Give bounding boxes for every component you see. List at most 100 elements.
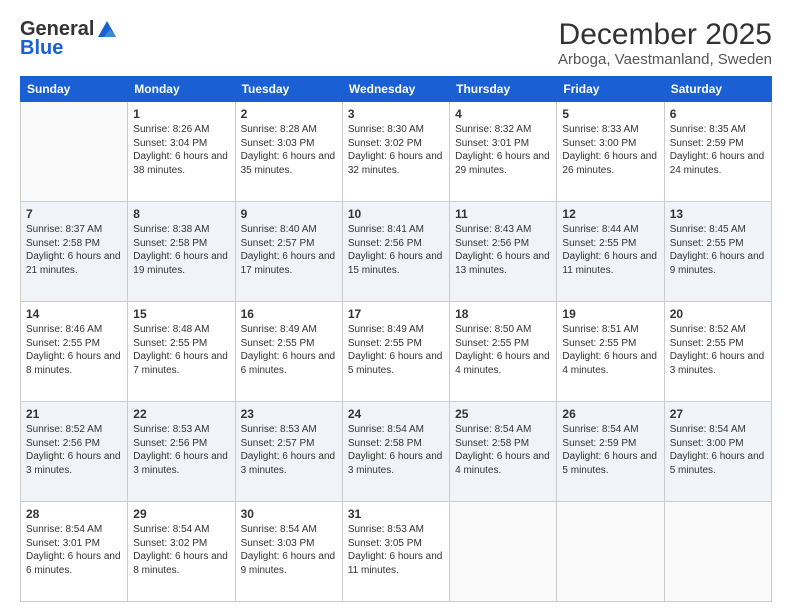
table-row — [557, 502, 664, 602]
sunset-text: Sunset: 3:00 PM — [562, 138, 636, 149]
daylight-text: Daylight: 6 hours and 19 minutes. — [133, 251, 228, 276]
logo-blue: Blue — [20, 37, 63, 60]
sunrise-text: Sunrise: 8:49 AM — [348, 324, 424, 335]
sunrise-text: Sunrise: 8:54 AM — [26, 524, 102, 535]
table-row: 15Sunrise: 8:48 AMSunset: 2:55 PMDayligh… — [128, 302, 235, 402]
table-row: 7Sunrise: 8:37 AMSunset: 2:58 PMDaylight… — [21, 202, 128, 302]
table-row: 29Sunrise: 8:54 AMSunset: 3:02 PMDayligh… — [128, 502, 235, 602]
sunrise-text: Sunrise: 8:54 AM — [562, 424, 638, 435]
daylight-text: Daylight: 6 hours and 6 minutes. — [26, 551, 121, 576]
daylight-text: Daylight: 6 hours and 5 minutes. — [670, 451, 765, 476]
sunset-text: Sunset: 2:57 PM — [241, 238, 315, 249]
sunrise-text: Sunrise: 8:54 AM — [455, 424, 531, 435]
day-number: 30 — [241, 506, 337, 522]
sunset-text: Sunset: 2:58 PM — [26, 238, 100, 249]
sunrise-text: Sunrise: 8:49 AM — [241, 324, 317, 335]
day-number: 28 — [26, 506, 122, 522]
day-number: 21 — [26, 406, 122, 422]
sunrise-text: Sunrise: 8:51 AM — [562, 324, 638, 335]
sunset-text: Sunset: 2:55 PM — [670, 338, 744, 349]
sunset-text: Sunset: 2:55 PM — [133, 338, 207, 349]
title-block: December 2025 Arboga, Vaestmanland, Swed… — [558, 18, 772, 68]
table-row: 11Sunrise: 8:43 AMSunset: 2:56 PMDayligh… — [450, 202, 557, 302]
day-number: 17 — [348, 306, 444, 322]
sunset-text: Sunset: 2:55 PM — [562, 238, 636, 249]
sunrise-text: Sunrise: 8:32 AM — [455, 124, 531, 135]
table-row: 16Sunrise: 8:49 AMSunset: 2:55 PMDayligh… — [235, 302, 342, 402]
day-number: 1 — [133, 106, 229, 122]
sunrise-text: Sunrise: 8:44 AM — [562, 224, 638, 235]
sunrise-text: Sunrise: 8:38 AM — [133, 224, 209, 235]
table-row: 3Sunrise: 8:30 AMSunset: 3:02 PMDaylight… — [342, 102, 449, 202]
day-number: 16 — [241, 306, 337, 322]
table-row: 20Sunrise: 8:52 AMSunset: 2:55 PMDayligh… — [664, 302, 771, 402]
daylight-text: Daylight: 6 hours and 8 minutes. — [133, 551, 228, 576]
table-row: 21Sunrise: 8:52 AMSunset: 2:56 PMDayligh… — [21, 402, 128, 502]
sunrise-text: Sunrise: 8:53 AM — [348, 524, 424, 535]
header-friday: Friday — [557, 77, 664, 102]
sunset-text: Sunset: 2:58 PM — [455, 438, 529, 449]
daylight-text: Daylight: 6 hours and 5 minutes. — [562, 451, 657, 476]
sunset-text: Sunset: 3:02 PM — [348, 138, 422, 149]
day-number: 12 — [562, 206, 658, 222]
table-row: 12Sunrise: 8:44 AMSunset: 2:55 PMDayligh… — [557, 202, 664, 302]
day-number: 13 — [670, 206, 766, 222]
sunrise-text: Sunrise: 8:30 AM — [348, 124, 424, 135]
day-number: 18 — [455, 306, 551, 322]
header-monday: Monday — [128, 77, 235, 102]
day-number: 2 — [241, 106, 337, 122]
table-row — [21, 102, 128, 202]
sunrise-text: Sunrise: 8:54 AM — [670, 424, 746, 435]
sunset-text: Sunset: 3:02 PM — [133, 538, 207, 549]
sunset-text: Sunset: 3:00 PM — [670, 438, 744, 449]
sunrise-text: Sunrise: 8:54 AM — [348, 424, 424, 435]
table-row: 18Sunrise: 8:50 AMSunset: 2:55 PMDayligh… — [450, 302, 557, 402]
daylight-text: Daylight: 6 hours and 4 minutes. — [455, 451, 550, 476]
calendar-header-row: Sunday Monday Tuesday Wednesday Thursday… — [21, 77, 772, 102]
sunset-text: Sunset: 2:56 PM — [348, 238, 422, 249]
sunset-text: Sunset: 2:57 PM — [241, 438, 315, 449]
sunrise-text: Sunrise: 8:50 AM — [455, 324, 531, 335]
sunrise-text: Sunrise: 8:52 AM — [670, 324, 746, 335]
table-row: 6Sunrise: 8:35 AMSunset: 2:59 PMDaylight… — [664, 102, 771, 202]
day-number: 9 — [241, 206, 337, 222]
calendar-subtitle: Arboga, Vaestmanland, Sweden — [558, 51, 772, 68]
daylight-text: Daylight: 6 hours and 4 minutes. — [455, 351, 550, 376]
header: General Blue December 2025 Arboga, Vaest… — [20, 18, 772, 68]
day-number: 31 — [348, 506, 444, 522]
sunrise-text: Sunrise: 8:46 AM — [26, 324, 102, 335]
day-number: 10 — [348, 206, 444, 222]
sunset-text: Sunset: 2:55 PM — [562, 338, 636, 349]
table-row: 5Sunrise: 8:33 AMSunset: 3:00 PMDaylight… — [557, 102, 664, 202]
daylight-text: Daylight: 6 hours and 9 minutes. — [670, 251, 765, 276]
day-number: 5 — [562, 106, 658, 122]
logo-icon — [96, 19, 118, 41]
daylight-text: Daylight: 6 hours and 8 minutes. — [26, 351, 121, 376]
sunset-text: Sunset: 2:55 PM — [348, 338, 422, 349]
table-row: 25Sunrise: 8:54 AMSunset: 2:58 PMDayligh… — [450, 402, 557, 502]
table-row: 19Sunrise: 8:51 AMSunset: 2:55 PMDayligh… — [557, 302, 664, 402]
daylight-text: Daylight: 6 hours and 5 minutes. — [348, 351, 443, 376]
table-row: 10Sunrise: 8:41 AMSunset: 2:56 PMDayligh… — [342, 202, 449, 302]
day-number: 24 — [348, 406, 444, 422]
sunset-text: Sunset: 2:59 PM — [670, 138, 744, 149]
sunrise-text: Sunrise: 8:41 AM — [348, 224, 424, 235]
sunrise-text: Sunrise: 8:33 AM — [562, 124, 638, 135]
daylight-text: Daylight: 6 hours and 4 minutes. — [562, 351, 657, 376]
table-row — [450, 502, 557, 602]
sunset-text: Sunset: 3:03 PM — [241, 538, 315, 549]
sunset-text: Sunset: 3:01 PM — [26, 538, 100, 549]
header-sunday: Sunday — [21, 77, 128, 102]
table-row: 26Sunrise: 8:54 AMSunset: 2:59 PMDayligh… — [557, 402, 664, 502]
header-wednesday: Wednesday — [342, 77, 449, 102]
sunset-text: Sunset: 2:55 PM — [26, 338, 100, 349]
table-row: 2Sunrise: 8:28 AMSunset: 3:03 PMDaylight… — [235, 102, 342, 202]
day-number: 29 — [133, 506, 229, 522]
daylight-text: Daylight: 6 hours and 17 minutes. — [241, 251, 336, 276]
sunrise-text: Sunrise: 8:45 AM — [670, 224, 746, 235]
day-number: 15 — [133, 306, 229, 322]
sunset-text: Sunset: 2:55 PM — [241, 338, 315, 349]
sunrise-text: Sunrise: 8:52 AM — [26, 424, 102, 435]
day-number: 4 — [455, 106, 551, 122]
daylight-text: Daylight: 6 hours and 35 minutes. — [241, 151, 336, 176]
